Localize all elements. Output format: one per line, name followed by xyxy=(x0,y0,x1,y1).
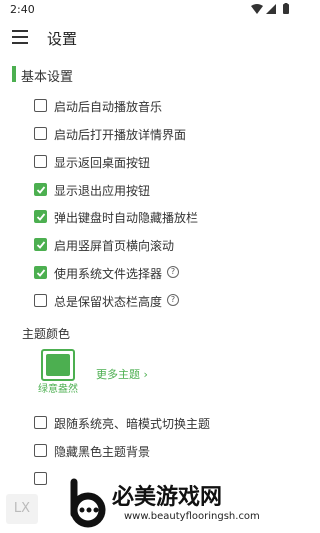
check-icon xyxy=(36,269,46,277)
watermark-text: 必美游戏网 xyxy=(112,485,223,510)
option-system-file-picker[interactable]: 使用系统文件选择器 ? xyxy=(34,264,284,282)
watermark-url: www.beautyflooringsh.com xyxy=(124,511,260,522)
option-label: 启动后打开播放详情界面 xyxy=(54,128,187,142)
status-icons xyxy=(251,3,289,14)
app-toolbar: 设置 xyxy=(0,20,300,54)
option-label: 跟随系统亮、暗模式切换主题 xyxy=(54,417,211,431)
option-horizontal-scroll[interactable]: 启用竖屏首页横向滚动 xyxy=(34,236,284,254)
option-show-home-button[interactable]: 显示返回桌面按钮 xyxy=(34,153,284,171)
help-icon[interactable]: ? xyxy=(167,294,179,306)
option-autoplay-music[interactable]: 启动后自动播放音乐 xyxy=(34,97,284,115)
option-follow-system-theme[interactable]: 跟随系统亮、暗模式切换主题 xyxy=(34,414,284,432)
section-accent-bar xyxy=(12,66,16,82)
option-label: 启用竖屏首页横向滚动 xyxy=(54,239,175,253)
chevron-right-icon: › xyxy=(143,368,148,381)
checkbox-checked[interactable] xyxy=(34,183,47,196)
lx-app-badge[interactable]: LX xyxy=(6,494,38,524)
option-keep-statusbar-height[interactable]: 总是保留状态栏高度 ? xyxy=(34,292,284,310)
theme-name: 绿意盎然 xyxy=(38,384,78,395)
option-hide-black-bg[interactable]: 隐藏黑色主题背景 xyxy=(34,442,284,460)
checkbox[interactable] xyxy=(34,294,47,307)
battery-icon xyxy=(283,4,289,14)
checkbox-checked[interactable] xyxy=(34,266,47,279)
checkbox[interactable] xyxy=(34,155,47,168)
theme-swatch-fill xyxy=(46,354,70,376)
wifi-icon xyxy=(251,4,263,14)
signal-icon xyxy=(266,4,276,14)
status-bar: 2:40 xyxy=(0,0,300,20)
checkbox[interactable] xyxy=(34,127,47,140)
check-icon xyxy=(36,186,46,194)
checkbox[interactable] xyxy=(34,416,47,429)
theme-color-title: 主题颜色 xyxy=(22,327,71,341)
option-label: 显示退出应用按钮 xyxy=(54,184,151,198)
option-hide-playbar-keyboard[interactable]: 弹出键盘时自动隐藏播放栏 xyxy=(34,208,284,226)
watermark-logo-icon xyxy=(70,478,106,528)
basic-settings-title: 基本设置 xyxy=(21,70,74,85)
option-label: 总是保留状态栏高度 xyxy=(54,295,163,309)
checkbox[interactable] xyxy=(34,472,47,485)
more-themes-label: 更多主题 xyxy=(96,368,140,381)
option-label: 弹出键盘时自动隐藏播放栏 xyxy=(54,211,199,225)
option-label: 隐藏黑色主题背景 xyxy=(54,445,151,459)
status-time: 2:40 xyxy=(10,3,35,16)
option-show-exit-button[interactable]: 显示退出应用按钮 xyxy=(34,181,284,199)
more-themes-link[interactable]: 更多主题 › xyxy=(96,366,148,382)
menu-icon[interactable] xyxy=(12,30,28,44)
option-label: 使用系统文件选择器 xyxy=(54,267,163,281)
page-title: 设置 xyxy=(47,30,78,48)
option-open-play-detail[interactable]: 启动后打开播放详情界面 xyxy=(34,125,284,143)
checkbox-checked[interactable] xyxy=(34,238,47,251)
theme-swatch-green[interactable] xyxy=(41,349,75,381)
check-icon xyxy=(36,213,46,221)
check-icon xyxy=(36,241,46,249)
option-label: 启动后自动播放音乐 xyxy=(54,100,163,114)
checkbox[interactable] xyxy=(34,99,47,112)
option-label: 显示返回桌面按钮 xyxy=(54,156,151,170)
checkbox-checked[interactable] xyxy=(34,210,47,223)
checkbox[interactable] xyxy=(34,444,47,457)
help-icon[interactable]: ? xyxy=(167,266,179,278)
